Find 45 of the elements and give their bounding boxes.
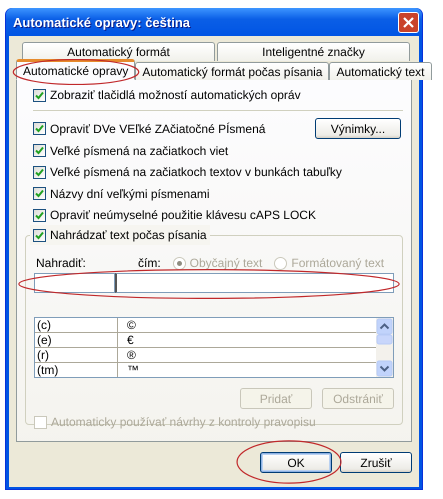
- radio-label: Obyčajný text: [190, 256, 262, 270]
- dialog-button[interactable]: Zrušiť: [340, 452, 412, 473]
- close-icon: [403, 16, 414, 28]
- tab[interactable]: Automatický formát počas písania: [135, 62, 330, 80]
- dialog-button[interactable]: OK: [260, 452, 332, 473]
- window-title: Automatické opravy: čeština: [12, 14, 190, 30]
- with-cell-text: ™: [126, 363, 139, 377]
- replace-cell: (c): [35, 318, 118, 332]
- with-cell-text: €: [126, 333, 134, 347]
- with-cell-text: ©: [126, 318, 136, 332]
- with-label: čím:: [138, 256, 161, 270]
- checkbox[interactable]: [33, 88, 46, 102]
- checkbox[interactable]: [33, 122, 46, 135]
- replace-cell: (tm): [35, 363, 118, 377]
- checkbox-label: Veľké písmená na začiatkoch viet: [50, 144, 228, 158]
- radio-label: Formátovaný text: [291, 256, 384, 270]
- close-button[interactable]: [398, 12, 419, 32]
- checkbox-label: Nahrádzať text počas písania: [50, 228, 207, 242]
- with-cell-text: ®: [126, 348, 136, 362]
- tab[interactable]: Automatické opravy: [16, 59, 136, 80]
- replace-cell: (e): [35, 333, 118, 347]
- list-row[interactable]: (e) €: [35, 333, 376, 348]
- checkbox-label: Veľké písmená na začiatkoch textov v bunkách tabuľky: [50, 165, 342, 179]
- checkbox[interactable]: [33, 208, 46, 222]
- checkbox-label: Automaticky používať návrhy z kontroly pravopisu: [51, 415, 316, 429]
- list-row[interactable]: (c) ©: [35, 318, 376, 333]
- replace-field[interactable]: [34, 273, 115, 293]
- tab[interactable]: Automatický text: [329, 62, 432, 80]
- checkbox-label: Názvy dní veľkými písmenami: [50, 186, 210, 200]
- checkbox-label: Zobraziť tlačidlá možností automatických opráv: [50, 88, 301, 102]
- replace-cell: (r): [35, 348, 118, 362]
- list-row[interactable]: (tm) ™: [35, 363, 376, 377]
- exceptions-button[interactable]: Výnimky...: [315, 118, 401, 139]
- replace-label: Nahradiť:: [35, 256, 87, 270]
- scrollbar[interactable]: [376, 318, 393, 377]
- tab[interactable]: Automatický formát: [22, 42, 215, 61]
- checkbox[interactable]: [33, 166, 46, 178]
- tab[interactable]: Inteligentné značky: [217, 42, 410, 61]
- list-row[interactable]: (r) ®: [35, 348, 376, 363]
- checkbox-label: Opraviť DVe VEľké ZAčiatočné PÍsmená: [50, 122, 266, 136]
- checkbox-label: Opraviť neúmyselné použitie klávesu cAPS LOCK: [50, 208, 316, 222]
- checkbox[interactable]: [33, 228, 46, 242]
- with-field[interactable]: [115, 273, 394, 293]
- checkbox[interactable]: [33, 144, 46, 157]
- checkbox[interactable]: [33, 187, 46, 200]
